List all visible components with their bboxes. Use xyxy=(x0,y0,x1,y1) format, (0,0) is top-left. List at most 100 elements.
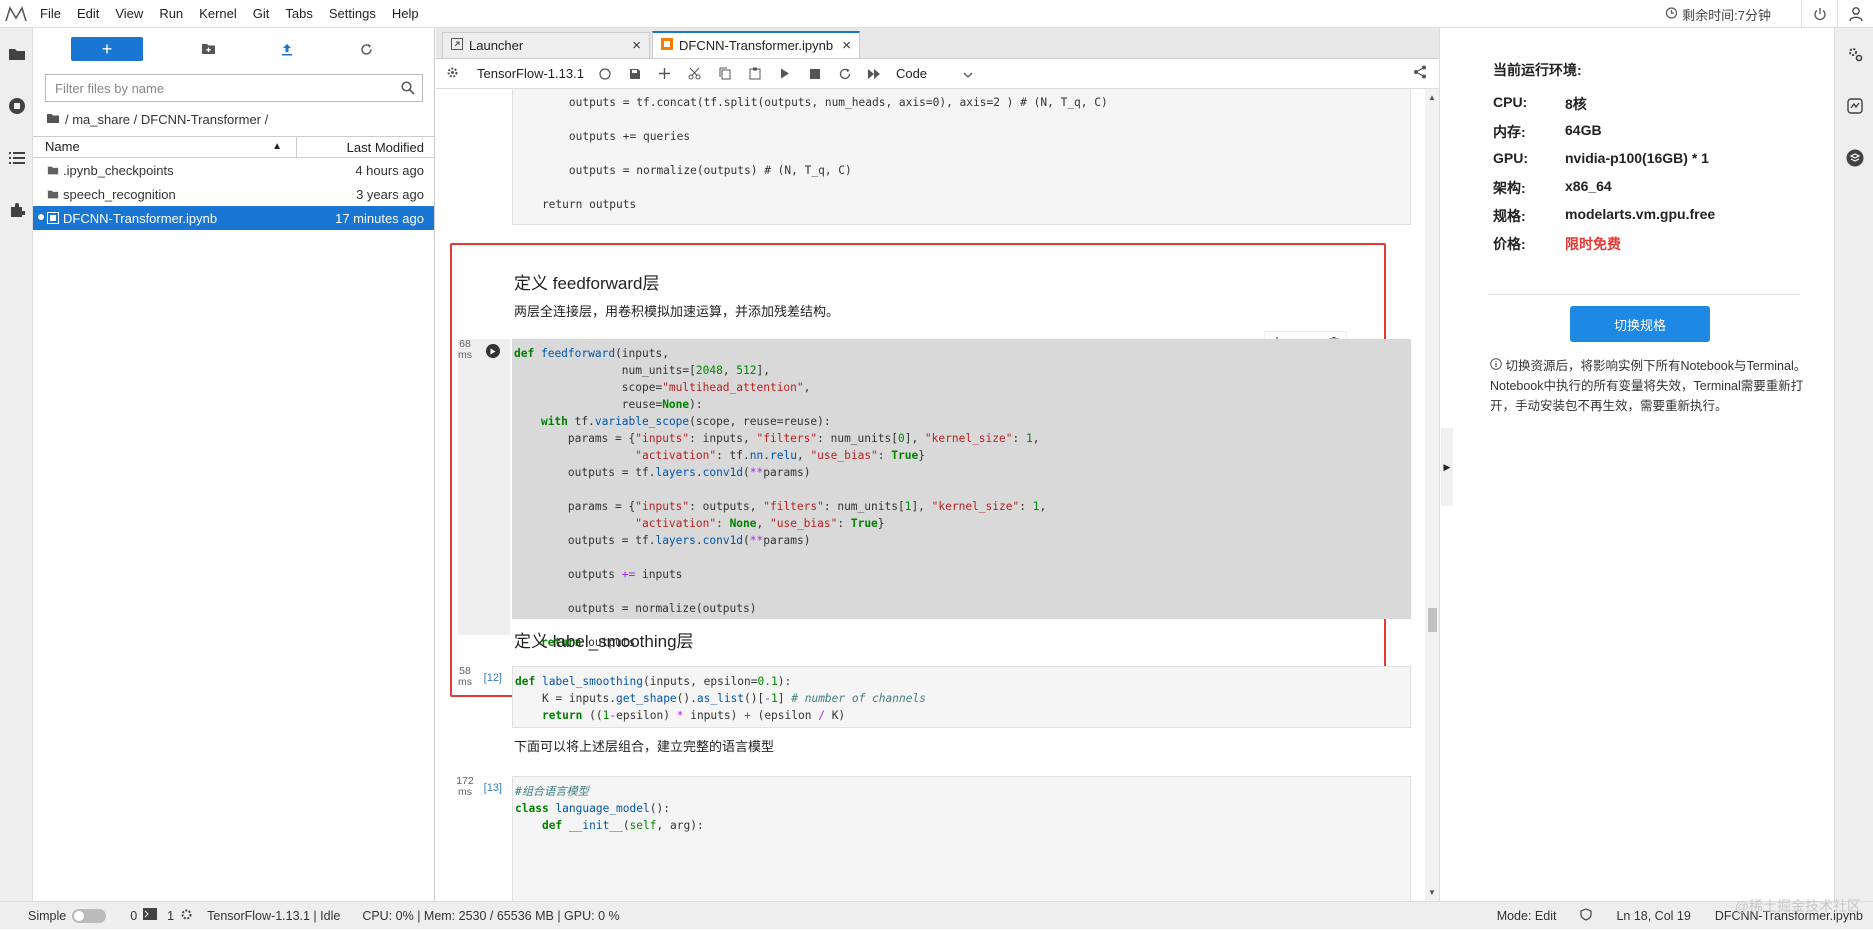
env-row-spec: 规格: modelarts.vm.gpu.free xyxy=(1493,206,1715,226)
extension-icon[interactable] xyxy=(0,184,33,236)
code-text[interactable]: def feedforward(inputs, num_units=[2048,… xyxy=(512,339,1411,657)
stop-icon[interactable] xyxy=(800,62,830,86)
env-value: nvidia-p100(16GB) * 1 xyxy=(1565,150,1709,166)
cut-icon[interactable] xyxy=(680,62,710,86)
collapse-panel-icon[interactable]: ▶ xyxy=(1441,428,1453,506)
execution-count: [13] xyxy=(458,783,502,794)
file-name: .ipynb_checkpoints xyxy=(63,162,174,178)
refresh-icon[interactable] xyxy=(354,37,378,61)
env-row-memory: 内存: 64GB xyxy=(1493,122,1602,142)
column-name[interactable]: Name ▲ xyxy=(33,136,297,158)
notebook-scrollbar[interactable]: ▲ ▼ xyxy=(1425,89,1439,901)
menu-edit[interactable]: Edit xyxy=(69,0,107,28)
running-icon[interactable] xyxy=(0,80,33,132)
folder-icon[interactable] xyxy=(0,28,33,80)
code-text[interactable]: #组合语言模型 class language_model(): def __in… xyxy=(513,777,1410,840)
close-icon[interactable]: × xyxy=(842,37,851,54)
tab-notebook[interactable]: DFCNN-Transformer.ipynb × xyxy=(652,31,860,58)
tab-launcher[interactable]: Launcher × xyxy=(442,32,650,58)
file-row-selected[interactable]: DFCNN-Transformer.ipynb 17 minutes ago xyxy=(33,206,434,230)
breadcrumb-folder-icon[interactable] xyxy=(46,112,60,127)
code-cell-label-smoothing[interactable]: def label_smoothing(inputs, epsilon=0.1)… xyxy=(512,666,1411,728)
code-text[interactable]: outputs = tf.concat(tf.split(outputs, nu… xyxy=(513,89,1410,219)
notebook-panel[interactable]: outputs = tf.concat(tf.split(outputs, nu… xyxy=(436,89,1439,901)
copy-icon[interactable] xyxy=(710,62,740,86)
feedforward-description: 两层全连接层，用卷积模拟加速运算，并添加残差结构。 xyxy=(514,304,840,319)
kernel-status[interactable]: TensorFlow-1.13.1 | Idle xyxy=(207,909,340,923)
menu-kernel[interactable]: Kernel xyxy=(191,0,245,28)
power-icon[interactable] xyxy=(1801,0,1837,28)
env-row-price: 价格: 限时免费 xyxy=(1493,234,1621,254)
menu-bar: File Edit View Run Kernel Git Tabs Setti… xyxy=(0,0,1873,28)
fast-forward-icon[interactable] xyxy=(860,62,890,86)
resources-icon[interactable] xyxy=(1835,132,1873,184)
search-placeholder: Filter files by name xyxy=(55,80,165,96)
running-dot xyxy=(38,214,44,220)
close-icon[interactable]: × xyxy=(632,37,641,54)
file-browser: + Filter files by name / ma_share / DFCN… xyxy=(33,28,435,901)
paste-icon[interactable] xyxy=(740,62,770,86)
new-folder-icon[interactable] xyxy=(196,37,220,61)
scroll-down-icon[interactable]: ▼ xyxy=(1428,888,1436,897)
share-icon[interactable] xyxy=(1413,65,1427,82)
user-icon[interactable] xyxy=(1837,0,1873,28)
code-text[interactable]: def label_smoothing(inputs, epsilon=0.1)… xyxy=(513,667,1410,730)
status-bar: Simple 0 1 TensorFlow-1.13.1 | Idle CPU:… xyxy=(0,901,1873,929)
file-browser-toolbar: + xyxy=(33,28,434,70)
menu-git[interactable]: Git xyxy=(245,0,278,28)
run-icon[interactable] xyxy=(770,62,800,86)
monitor-icon[interactable] xyxy=(1835,80,1873,132)
column-name-label: Name xyxy=(45,139,80,154)
add-cell-icon[interactable] xyxy=(650,62,680,86)
kernels-count[interactable]: 1 xyxy=(167,908,193,924)
kernels-value: 1 xyxy=(167,908,175,923)
menu-tabs[interactable]: Tabs xyxy=(277,0,320,28)
simple-mode-toggle[interactable]: Simple xyxy=(28,908,107,923)
file-modified: 3 years ago xyxy=(356,186,424,202)
cell-timing-label: 68 ms xyxy=(454,339,476,361)
env-row-cpu: CPU: 8核 xyxy=(1493,94,1587,114)
env-value: modelarts.vm.gpu.free xyxy=(1565,206,1716,222)
env-row-gpu: GPU: nvidia-p100(16GB) * 1 xyxy=(1493,150,1709,166)
menu-help[interactable]: Help xyxy=(384,0,427,28)
code-cell-language-model[interactable]: #组合语言模型 class language_model(): def __in… xyxy=(512,776,1411,901)
upload-icon[interactable] xyxy=(275,37,299,61)
menu-file[interactable]: File xyxy=(32,0,69,28)
menu-settings[interactable]: Settings xyxy=(321,0,384,28)
label-smoothing-heading: 定义 label_smoothing层 xyxy=(514,632,694,651)
timer-text: 剩余时间:7分钟 xyxy=(1682,7,1771,23)
terminals-count[interactable]: 0 xyxy=(130,908,158,923)
column-last-modified[interactable]: Last Modified xyxy=(297,140,434,155)
run-cell-icon[interactable] xyxy=(486,344,500,358)
kernel-status-icon xyxy=(590,62,620,86)
code-cell-feedforward[interactable]: def feedforward(inputs, num_units=[2048,… xyxy=(512,339,1411,649)
kernel-name[interactable]: TensorFlow-1.13.1 xyxy=(477,66,584,81)
file-filter-input[interactable]: Filter files by name xyxy=(45,74,423,102)
scrollbar-thumb[interactable] xyxy=(1428,608,1437,632)
env-row-arch: 架构: x86_64 xyxy=(1493,178,1612,198)
cursor-position[interactable]: Ln 18, Col 19 xyxy=(1616,909,1690,923)
kernel-settings-icon[interactable] xyxy=(446,66,459,82)
breadcrumb-path[interactable]: / ma_share / DFCNN-Transformer / xyxy=(65,112,268,127)
scroll-up-icon[interactable]: ▲ xyxy=(1428,93,1436,102)
right-activity-bar xyxy=(1834,28,1873,901)
note-text: 切换资源后，将影响实例下所有Notebook与Terminal。Notebook… xyxy=(1490,359,1807,413)
restart-icon[interactable] xyxy=(830,62,860,86)
toc-icon[interactable] xyxy=(0,132,33,184)
notebook-icon xyxy=(33,212,59,224)
file-row[interactable]: speech_recognition 3 years ago xyxy=(33,182,434,206)
new-launcher-button[interactable]: + xyxy=(71,37,143,61)
property-inspector-icon[interactable] xyxy=(1835,28,1873,80)
save-icon[interactable] xyxy=(620,62,650,86)
code-cell-multihead-tail[interactable]: outputs = tf.concat(tf.split(outputs, nu… xyxy=(512,89,1411,225)
cell-type-select[interactable]: Code xyxy=(896,66,973,81)
menu-run[interactable]: Run xyxy=(151,0,191,28)
menu-view[interactable]: View xyxy=(107,0,151,28)
main-dock: Launcher × DFCNN-Transformer.ipynb × Ten… xyxy=(436,28,1439,901)
toggle-switch[interactable] xyxy=(72,908,107,923)
env-value: 8核 xyxy=(1565,96,1587,112)
switch-spec-button[interactable]: 切换规格 xyxy=(1570,306,1710,342)
info-icon xyxy=(1490,358,1502,373)
edit-mode: Mode: Edit xyxy=(1496,909,1557,923)
file-row[interactable]: .ipynb_checkpoints 4 hours ago xyxy=(33,158,434,182)
